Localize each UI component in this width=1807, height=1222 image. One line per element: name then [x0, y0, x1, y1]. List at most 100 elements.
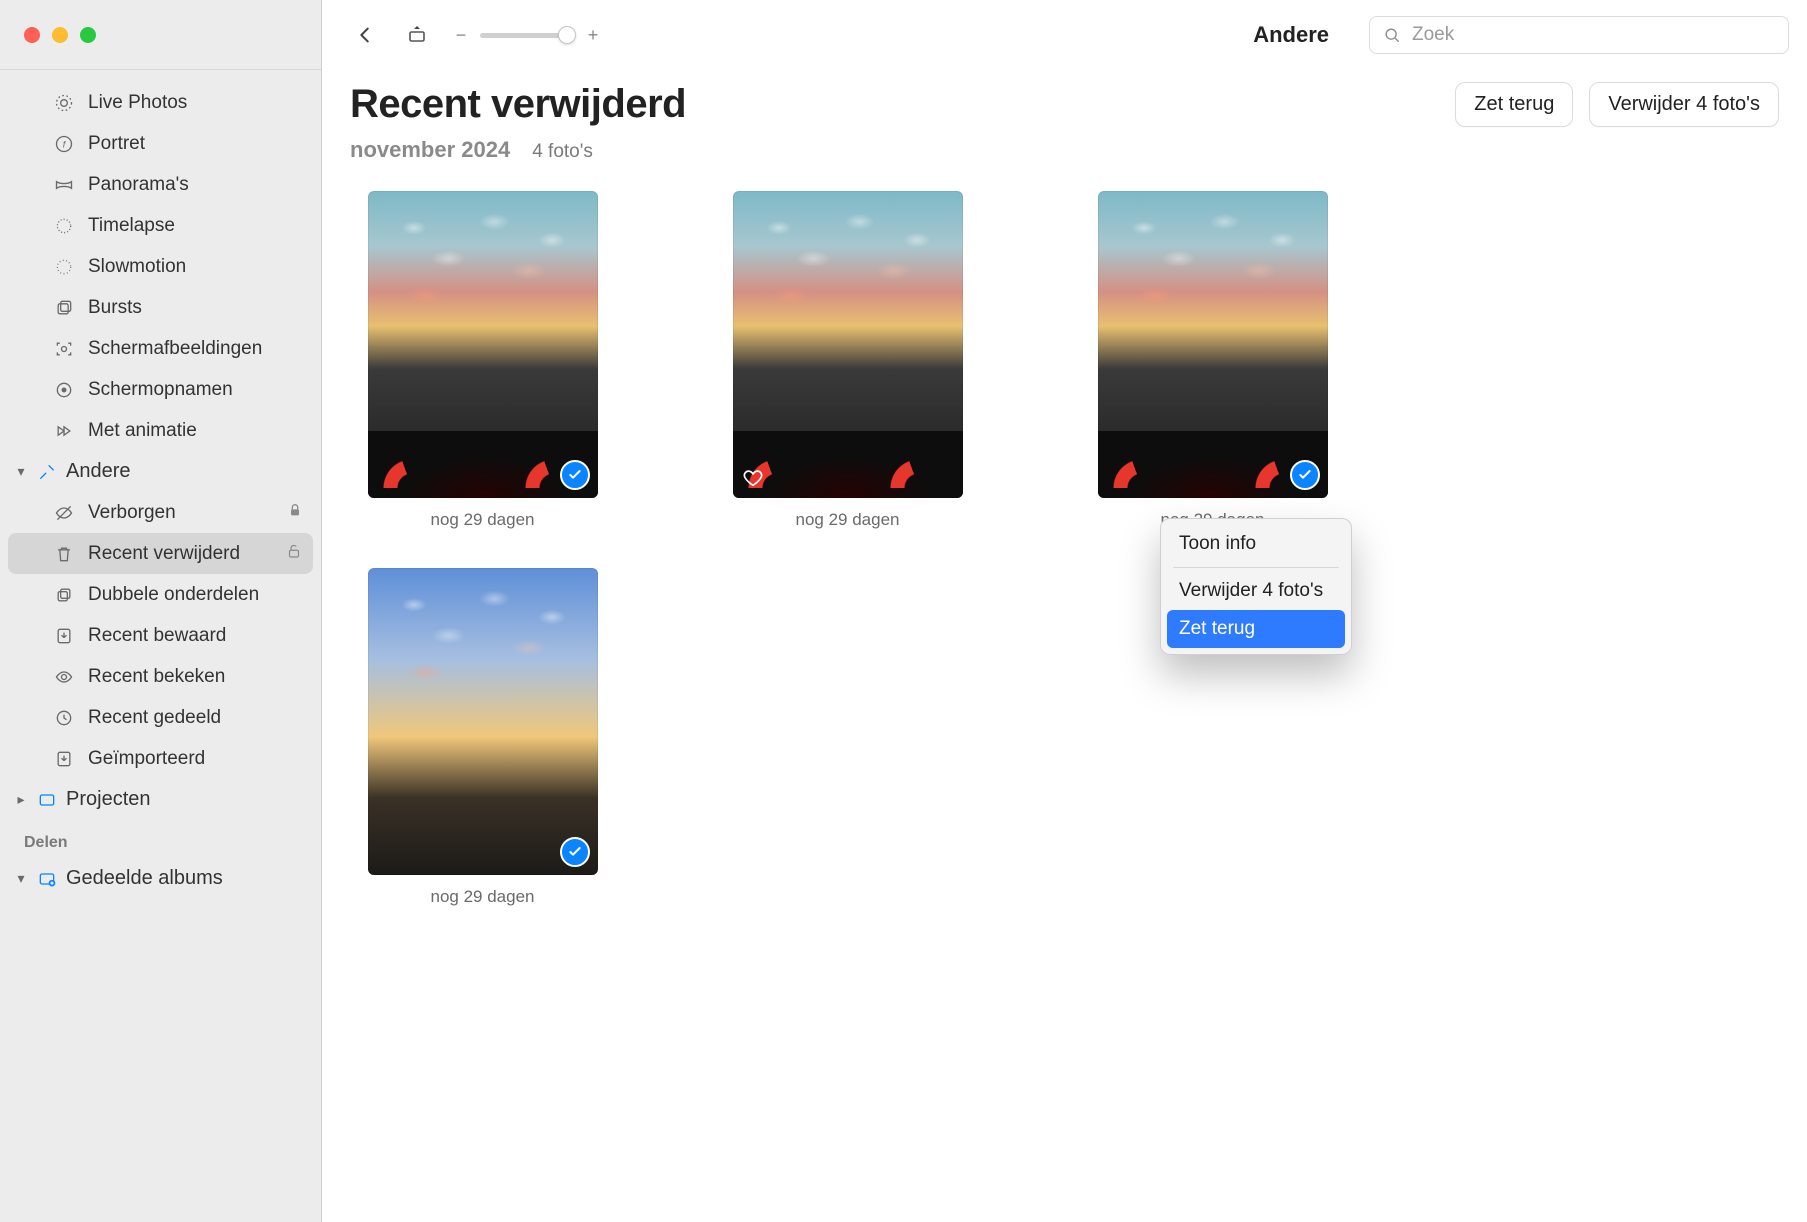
chevron-right-icon: ▸	[14, 791, 28, 808]
sidebar-item-live-photos[interactable]: Live Photos	[8, 82, 313, 123]
favorite-heart-icon[interactable]	[741, 466, 765, 490]
sidebar-item-screenshots[interactable]: Schermafbeeldingen	[8, 328, 313, 369]
content: Recent verwijderd Zet terug Verwijder 4 …	[322, 70, 1807, 1222]
sidebar: Live Photos f Portret Panorama's Timelap…	[0, 0, 322, 1222]
window-controls	[0, 0, 321, 70]
subtitle-row: november 2024 4 foto's	[350, 137, 1779, 163]
sidebar-item-recently-deleted[interactable]: Recent verwijderd	[8, 533, 313, 574]
context-menu-item-recover[interactable]: Zet terug	[1167, 610, 1345, 648]
photo-cell[interactable]: nog 29 dagen	[350, 568, 615, 907]
photo-caption: nog 29 dagen	[796, 510, 900, 530]
sidebar-item-label: Geïmporteerd	[58, 748, 205, 770]
photo-thumbnail[interactable]	[733, 191, 963, 498]
sidebar-item-portret[interactable]: f Portret	[8, 123, 313, 164]
photo-grid: nog 29 dagen nog 29 dagen	[350, 191, 1710, 907]
photo-cell[interactable]: nog 29 dagen	[1080, 191, 1345, 530]
sidebar-header-andere[interactable]: ▾ Andere	[8, 451, 313, 492]
sidebar-header-label: Projecten	[66, 788, 151, 811]
context-menu-item-delete[interactable]: Verwijder 4 foto's	[1167, 572, 1345, 610]
shared-icon	[54, 708, 74, 728]
chevron-down-icon: ▾	[14, 463, 28, 480]
photo-thumbnail[interactable]	[368, 568, 598, 875]
sidebar-item-animated[interactable]: Met animatie	[8, 410, 313, 451]
photo-cell[interactable]: nog 29 dagen	[715, 191, 980, 530]
sidebar-item-label: Recent verwijderd	[58, 543, 240, 565]
zoom-track[interactable]	[480, 33, 574, 38]
bursts-icon	[54, 298, 74, 318]
main: − + Andere Recent verwijderd Zet terug V…	[322, 0, 1807, 1222]
subtitle-count: 4 foto's	[532, 141, 593, 163]
sidebar-item-screenrecordings[interactable]: Schermopnamen	[8, 369, 313, 410]
sidebar-item-hidden[interactable]: Verborgen	[8, 492, 313, 533]
recover-button[interactable]: Zet terug	[1455, 82, 1573, 127]
sidebar-item-recently-viewed[interactable]: Recent bekeken	[8, 656, 313, 697]
sidebar-header-projecten[interactable]: ▸ Projecten	[8, 779, 313, 820]
screenshot-icon	[54, 339, 74, 359]
location-label: Andere	[1253, 22, 1329, 48]
eye-icon	[54, 667, 74, 687]
tools-icon	[36, 462, 58, 482]
sidebar-item-timelapse[interactable]: Timelapse	[8, 205, 313, 246]
photo-thumbnail[interactable]	[1098, 191, 1328, 498]
zoom-slider[interactable]: − +	[454, 25, 600, 46]
sidebar-scroll[interactable]: Live Photos f Portret Panorama's Timelap…	[0, 70, 321, 1222]
selected-check-icon	[560, 837, 590, 867]
hidden-icon	[54, 503, 74, 523]
sidebar-item-label: Live Photos	[58, 92, 187, 114]
sidebar-item-label: Schermopnamen	[58, 379, 233, 401]
unlock-icon	[285, 542, 303, 566]
sidebar-item-slowmotion[interactable]: Slowmotion	[8, 246, 313, 287]
selected-check-icon	[560, 460, 590, 490]
photo-thumbnail[interactable]	[368, 191, 598, 498]
panorama-icon	[54, 175, 74, 195]
trash-icon	[54, 544, 74, 564]
close-window-button[interactable]	[24, 27, 40, 43]
page-title: Recent verwijderd	[350, 82, 686, 127]
aspect-toggle-button[interactable]	[402, 20, 432, 50]
search-input[interactable]	[1412, 24, 1776, 46]
photo-caption: nog 29 dagen	[431, 510, 535, 530]
zoom-in-icon[interactable]: +	[586, 25, 600, 46]
sidebar-item-label: Recent gedeeld	[58, 707, 221, 729]
sidebar-item-label: Verborgen	[58, 502, 176, 524]
search-icon	[1382, 25, 1402, 45]
slowmotion-icon	[54, 257, 74, 277]
sidebar-item-label: Recent bekeken	[58, 666, 225, 688]
sidebar-item-label: Panorama's	[58, 174, 189, 196]
sidebar-item-duplicates[interactable]: Dubbele onderdelen	[8, 574, 313, 615]
timelapse-icon	[54, 216, 74, 236]
photo-cell[interactable]: nog 29 dagen	[350, 191, 615, 530]
selected-check-icon	[1290, 460, 1320, 490]
sidebar-item-recently-shared[interactable]: Recent gedeeld	[8, 697, 313, 738]
sidebar-item-bursts[interactable]: Bursts	[8, 287, 313, 328]
search-field[interactable]	[1369, 16, 1789, 54]
fullscreen-window-button[interactable]	[80, 27, 96, 43]
sidebar-item-recently-saved[interactable]: Recent bewaard	[8, 615, 313, 656]
title-actions: Zet terug Verwijder 4 foto's	[1455, 82, 1779, 127]
imported-icon	[54, 749, 74, 769]
minimize-window-button[interactable]	[52, 27, 68, 43]
sidebar-header-shared-albums[interactable]: ▾ Gedeelde albums	[8, 858, 313, 899]
sidebar-item-label: Slowmotion	[58, 256, 186, 278]
sidebar-item-label: Dubbele onderdelen	[58, 584, 259, 606]
zoom-out-icon[interactable]: −	[454, 25, 468, 46]
context-menu-item-info[interactable]: Toon info	[1167, 525, 1345, 563]
animated-icon	[54, 421, 74, 441]
shared-albums-icon	[36, 869, 58, 889]
sidebar-header-label: Andere	[66, 460, 131, 483]
back-button[interactable]	[350, 20, 380, 50]
context-menu: Toon info Verwijder 4 foto's Zet terug	[1160, 518, 1352, 655]
sidebar-header-label: Gedeelde albums	[66, 867, 223, 890]
lock-icon	[287, 502, 303, 524]
sidebar-item-panoramas[interactable]: Panorama's	[8, 164, 313, 205]
portrait-icon: f	[54, 134, 74, 154]
chevron-down-icon: ▾	[14, 870, 28, 887]
zoom-thumb[interactable]	[558, 26, 576, 44]
delete-button[interactable]: Verwijder 4 foto's	[1589, 82, 1779, 127]
toolbar: − + Andere	[322, 0, 1807, 70]
context-menu-separator	[1173, 567, 1339, 568]
duplicates-icon	[54, 585, 74, 605]
sidebar-item-imported[interactable]: Geïmporteerd	[8, 738, 313, 779]
sidebar-section-delen: Delen	[8, 820, 313, 858]
subtitle-date: november 2024	[350, 137, 510, 163]
